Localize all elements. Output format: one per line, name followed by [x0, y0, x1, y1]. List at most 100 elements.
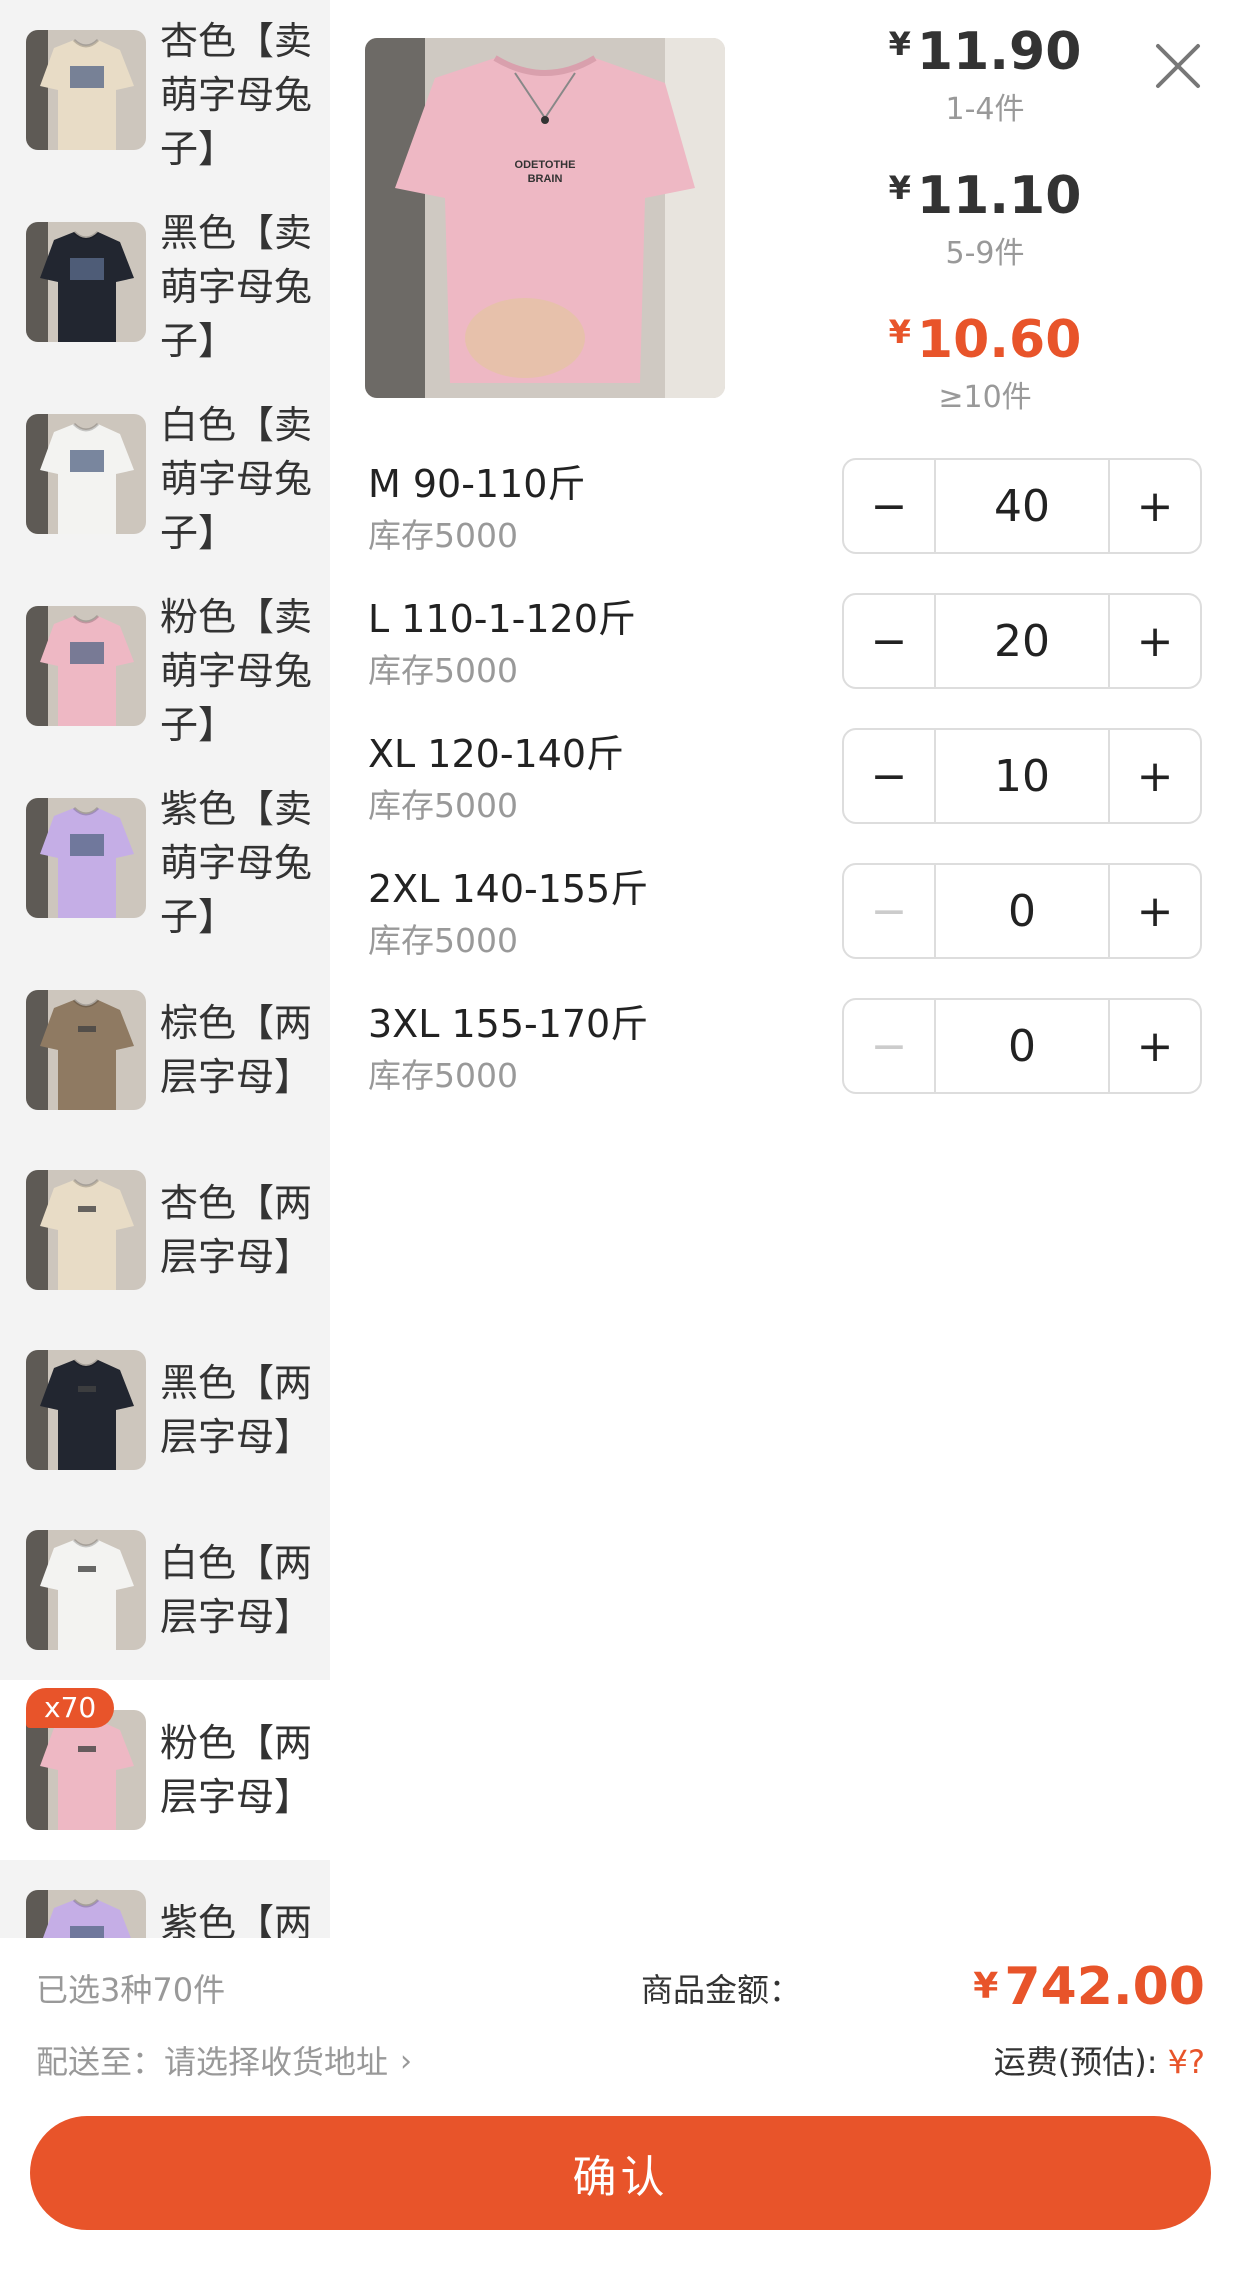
- variant-thumbnail: [26, 222, 146, 342]
- tshirt-thumbnail-icon: [26, 414, 146, 534]
- size-name: 3XL 155-170斤: [368, 1002, 649, 1046]
- quantity-stepper: − 10 +: [842, 728, 1202, 824]
- chevron-right-icon: ›: [400, 2044, 413, 2079]
- quantity-stepper: − 0 +: [842, 863, 1202, 959]
- variant-thumbnail: [26, 990, 146, 1110]
- variant-thumbnail: [26, 1170, 146, 1290]
- variant-label: 粉色【两层字母】: [160, 1721, 313, 1819]
- quantity-input[interactable]: 0: [934, 865, 1110, 957]
- variant-thumbnail: [26, 1350, 146, 1470]
- selection-summary: 已选3种70件: [36, 1971, 226, 2009]
- variant-item[interactable]: 粉色【卖萌字母兔子】: [0, 576, 330, 768]
- tshirt-thumbnail-icon: [26, 222, 146, 342]
- tshirt-thumbnail-icon: [26, 1890, 146, 1938]
- tier-price: 10.60: [916, 310, 1082, 370]
- tshirt-thumbnail-icon: [26, 606, 146, 726]
- variant-item[interactable]: 杏色【两层字母】: [0, 1140, 330, 1320]
- stock-label: 库存5000: [368, 1056, 518, 1095]
- decrease-button[interactable]: −: [844, 730, 934, 822]
- quantity-input[interactable]: 40: [934, 460, 1110, 552]
- shirt-print-line1: ODETOTHE: [515, 159, 576, 171]
- variant-label: 粉色【卖萌字母兔子】: [160, 595, 313, 747]
- variant-item[interactable]: 白色【两层字母】: [0, 1500, 330, 1680]
- tier-price: 11.10: [916, 166, 1082, 226]
- variant-label: 棕色【两层字母】: [160, 1001, 313, 1099]
- tshirt-photo: ODETOTHE BRAIN: [365, 38, 725, 398]
- confirm-button[interactable]: 确认: [30, 2116, 1211, 2230]
- quantity-input[interactable]: 10: [934, 730, 1110, 822]
- size-name: M 90-110斤: [368, 462, 586, 506]
- variant-label: 紫色【两: [160, 1901, 313, 1938]
- variant-sidebar: 杏色【卖萌字母兔子】 黑色【卖萌字母兔子】 白色【卖萌字母兔子】 粉色【卖萌字母…: [0, 0, 330, 1938]
- ship-to-selector[interactable]: 配送至： 请选择收货地址 ›: [36, 2040, 412, 2084]
- size-row: L 110-1-120斤 库存5000 − 20 +: [368, 593, 1202, 703]
- variant-item[interactable]: 紫色【卖萌字母兔子】: [0, 768, 330, 960]
- size-row: 3XL 155-170斤 库存5000 − 0 +: [368, 998, 1202, 1108]
- variant-thumbnail: [26, 606, 146, 726]
- total-amount: ¥742.00: [973, 1952, 1205, 2022]
- price-tier-best: ¥10.60 ≥10件: [860, 300, 1110, 418]
- variant-label: 杏色【两层字母】: [160, 1181, 313, 1279]
- variant-label: 杏色【卖萌字母兔子】: [160, 19, 313, 171]
- size-row: XL 120-140斤 库存5000 − 10 +: [368, 728, 1202, 838]
- quantity-input[interactable]: 0: [934, 1000, 1110, 1092]
- total-label: 商品金额：: [640, 1971, 801, 2009]
- variant-thumbnail: [26, 30, 146, 150]
- variant-thumbnail: [26, 1710, 146, 1830]
- decrease-button[interactable]: −: [844, 595, 934, 687]
- total-value: 742.00: [1004, 1957, 1205, 2017]
- ship-to-value: 请选择收货地址: [164, 2043, 389, 2081]
- tier-range: 5-9件: [945, 236, 1025, 271]
- variant-thumbnail: [26, 1890, 146, 1938]
- increase-button[interactable]: +: [1110, 595, 1200, 687]
- order-footer: 已选3种70件 配送至： 请选择收货地址 › 商品金额： ¥742.00 运费(…: [0, 1938, 1241, 2279]
- stock-label: 库存5000: [368, 516, 518, 555]
- size-name: XL 120-140斤: [368, 732, 625, 776]
- variant-item[interactable]: 杏色【卖萌字母兔子】: [0, 0, 330, 192]
- variant-item[interactable]: 白色【卖萌字母兔子】: [0, 384, 330, 576]
- shirt-print-line2: BRAIN: [528, 173, 563, 185]
- increase-button[interactable]: +: [1110, 865, 1200, 957]
- currency-symbol: ¥: [888, 313, 911, 351]
- increase-button[interactable]: +: [1110, 460, 1200, 552]
- size-name: 2XL 140-155斤: [368, 867, 649, 911]
- tshirt-thumbnail-icon: [26, 990, 146, 1110]
- variant-item-selected[interactable]: x70 粉色【两层字母】: [0, 1680, 330, 1860]
- price-tier: ¥11.10 5-9件: [860, 156, 1110, 274]
- decrease-button[interactable]: −: [844, 1000, 934, 1092]
- ship-to-label: 配送至：: [36, 2043, 165, 2081]
- decrease-button[interactable]: −: [844, 865, 934, 957]
- variant-item[interactable]: 黑色【卖萌字母兔子】: [0, 192, 330, 384]
- variant-thumbnail: [26, 414, 146, 534]
- quantity-input[interactable]: 20: [934, 595, 1110, 687]
- tier-range: ≥10件: [938, 380, 1032, 415]
- tier-range: 1-4件: [945, 92, 1025, 127]
- variant-item[interactable]: 棕色【两层字母】: [0, 960, 330, 1140]
- tshirt-thumbnail-icon: [26, 798, 146, 918]
- tshirt-thumbnail-icon: [26, 30, 146, 150]
- quantity-stepper: − 20 +: [842, 593, 1202, 689]
- tshirt-thumbnail-icon: [26, 1170, 146, 1290]
- size-row: 2XL 140-155斤 库存5000 − 0 +: [368, 863, 1202, 973]
- quantity-stepper: − 40 +: [842, 458, 1202, 554]
- close-button[interactable]: [1150, 38, 1206, 94]
- product-preview-image[interactable]: ODETOTHE BRAIN: [365, 38, 725, 398]
- increase-button[interactable]: +: [1110, 1000, 1200, 1092]
- variant-label: 白色【两层字母】: [160, 1541, 313, 1639]
- variant-thumbnail: [26, 1530, 146, 1650]
- tshirt-thumbnail-icon: [26, 1350, 146, 1470]
- increase-button[interactable]: +: [1110, 730, 1200, 822]
- tshirt-thumbnail-icon: [26, 1710, 146, 1830]
- decrease-button[interactable]: −: [844, 460, 934, 552]
- size-name: L 110-1-120斤: [368, 597, 636, 641]
- stock-label: 库存5000: [368, 921, 518, 960]
- price-tier: ¥11.90 1-4件: [860, 12, 1110, 130]
- freight-info: 运费(预估): ¥?: [994, 2040, 1205, 2084]
- variant-label: 黑色【两层字母】: [160, 1361, 313, 1459]
- variant-item[interactable]: 紫色【两: [0, 1860, 330, 1938]
- variant-label: 黑色【卖萌字母兔子】: [160, 211, 313, 363]
- stock-label: 库存5000: [368, 651, 518, 690]
- variant-item[interactable]: 黑色【两层字母】: [0, 1320, 330, 1500]
- variant-label: 紫色【卖萌字母兔子】: [160, 787, 313, 939]
- quantity-badge: x70: [26, 1688, 115, 1728]
